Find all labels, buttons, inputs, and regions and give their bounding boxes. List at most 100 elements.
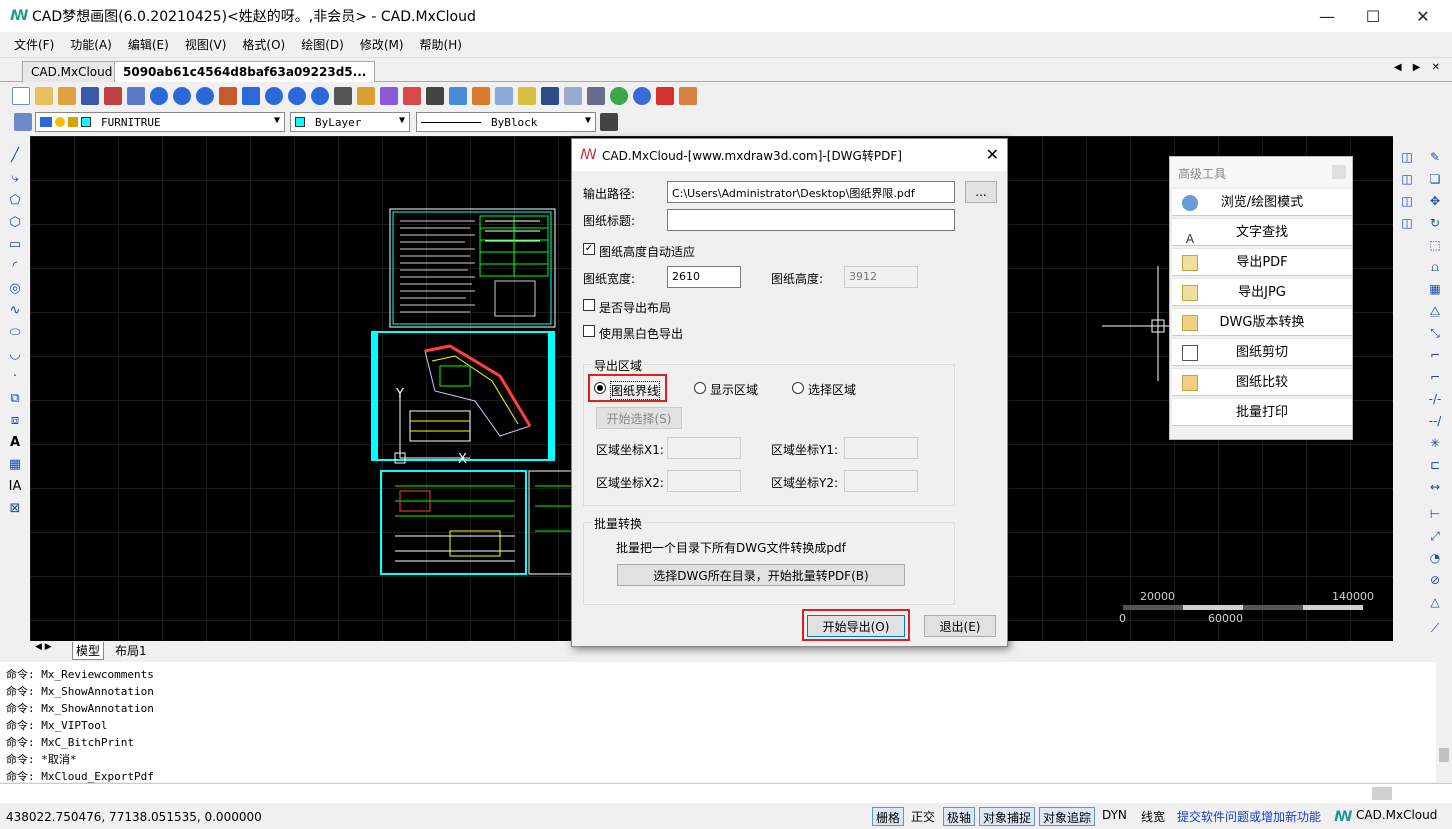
y1-input[interactable] <box>844 437 918 459</box>
pdf-icon[interactable] <box>656 87 674 105</box>
break-icon[interactable]: ⊏ <box>1427 457 1443 473</box>
tab-current-drawing[interactable]: 5090ab61c4564d8baf63a09223d5... <box>114 61 376 82</box>
menu-file[interactable]: 文件(F) <box>6 36 62 53</box>
menu-format[interactable]: 格式(O) <box>234 36 293 53</box>
polygon-icon[interactable]: ⬠ <box>7 193 23 209</box>
join-icon[interactable]: ↔ <box>1427 479 1443 495</box>
insert-icon[interactable] <box>495 87 513 105</box>
circle-icon[interactable]: ◎ <box>7 281 23 297</box>
x2-input[interactable] <box>667 470 741 492</box>
zoom-out-icon[interactable] <box>311 87 329 105</box>
hatch-icon[interactable]: ⊠ <box>7 501 23 517</box>
exit-button[interactable]: 退出(E) <box>924 615 996 637</box>
command-scrollbar[interactable] <box>1436 662 1452 782</box>
y2-input[interactable] <box>844 470 918 492</box>
pan-icon[interactable] <box>334 87 352 105</box>
tab-layout1[interactable]: 布局1 <box>112 642 150 659</box>
rotate-icon[interactable]: ↻ <box>1427 215 1443 231</box>
dim-angle-icon[interactable]: △ <box>1427 594 1443 610</box>
point-icon[interactable]: · <box>7 369 23 385</box>
polygon-2-icon[interactable]: ⬡ <box>7 215 23 231</box>
offset-icon[interactable]: ⩍ <box>1427 259 1443 275</box>
feedback-link[interactable]: 提交软件问题或增加新功能 <box>1174 807 1324 826</box>
menu-function[interactable]: 功能(A) <box>62 36 120 53</box>
dim-linear-icon[interactable]: ⊢ <box>1427 506 1443 522</box>
region-radio-select[interactable] <box>792 382 804 394</box>
auto-height-checkbox[interactable]: ✓ <box>583 243 595 255</box>
properties-icon[interactable] <box>449 87 467 105</box>
chamfer-icon[interactable]: ⌐ <box>1427 369 1443 385</box>
adv-dwg-version-convert[interactable]: DWG版本转换 <box>1172 308 1352 336</box>
print-icon[interactable] <box>127 87 145 105</box>
array-icon[interactable]: ▦ <box>1427 281 1443 297</box>
zoom-in-icon[interactable] <box>196 87 214 105</box>
stack-2-icon[interactable]: ◫ <box>1399 215 1415 231</box>
polar-toggle[interactable]: 极轴 <box>943 807 976 826</box>
adv-drawing-cut[interactable]: 图纸剪切 <box>1172 338 1352 366</box>
lineweight-toggle[interactable]: 线宽 <box>1138 807 1168 826</box>
stack-icon[interactable]: ◫ <box>1399 193 1415 209</box>
zoom-realtime-icon[interactable] <box>173 87 191 105</box>
ellipse-arc-icon[interactable]: ◡ <box>7 347 23 363</box>
bw-export-checkbox[interactable] <box>583 325 595 337</box>
extend-icon[interactable]: --/ <box>1427 413 1443 429</box>
layer-icon[interactable] <box>380 87 398 105</box>
color-icon[interactable] <box>403 87 421 105</box>
linetype-icon[interactable] <box>426 87 444 105</box>
x1-input[interactable] <box>667 437 741 459</box>
linetype-select[interactable]: ByBlock ▼ <box>416 112 596 132</box>
copy-stack-icon[interactable]: ◫ <box>1399 171 1415 187</box>
layer-select[interactable]: FURNITRUE ▼ <box>35 112 285 132</box>
menu-draw[interactable]: 绘图(D) <box>293 36 352 53</box>
output-path-input[interactable]: C:\Users\Administrator\Desktop\图纸界限.pdf <box>667 181 955 203</box>
dyn-toggle[interactable]: DYN <box>1099 807 1130 826</box>
menu-edit[interactable]: 编辑(E) <box>120 36 177 53</box>
erase-icon[interactable]: ✎ <box>1427 149 1443 165</box>
table-icon[interactable]: ▦ <box>7 457 23 473</box>
fillet-icon[interactable]: ⌐ <box>1427 347 1443 363</box>
undo-icon[interactable] <box>541 87 559 105</box>
match-properties-icon[interactable] <box>357 87 375 105</box>
polyline-icon[interactable]: ⤷ <box>7 171 23 187</box>
leader-icon[interactable]: ⟋ <box>1427 620 1443 636</box>
plugin-icon[interactable] <box>587 87 605 105</box>
save-icon[interactable] <box>81 87 99 105</box>
zoom-previous-icon[interactable] <box>242 87 260 105</box>
batch-convert-button[interactable]: 选择DWG所在目录，开始批量转PDF(B) <box>617 564 905 586</box>
zoom-object-icon[interactable] <box>288 87 306 105</box>
sheet-title-input[interactable] <box>667 209 955 231</box>
color-select[interactable]: ByLayer ▼ <box>290 112 410 132</box>
zoom-window-icon[interactable] <box>150 87 168 105</box>
height-input[interactable]: 3912 <box>844 266 918 288</box>
explode-icon[interactable]: ✳ <box>1427 435 1443 451</box>
trim-icon[interactable]: -/- <box>1427 391 1443 407</box>
minimize-button[interactable]: — <box>1302 0 1352 32</box>
open-folder-icon[interactable] <box>35 87 53 105</box>
adv-export-jpg[interactable]: 导出JPG <box>1172 278 1352 306</box>
tab-cad-mxcloud[interactable]: CAD.MxCloud <box>22 61 122 82</box>
panel-pin-icon[interactable] <box>1332 165 1346 179</box>
text-icon[interactable]: A <box>7 435 23 451</box>
dim-radius-icon[interactable]: ◔ <box>1427 550 1443 566</box>
block-icon[interactable] <box>472 87 490 105</box>
tab-model[interactable]: 模型 <box>72 642 105 660</box>
arc-icon[interactable]: ◜ <box>7 259 23 275</box>
open-recent-icon[interactable] <box>58 87 76 105</box>
lineweight-icon[interactable] <box>600 113 618 131</box>
rectangle-icon[interactable]: ▭ <box>7 237 23 253</box>
render-icon[interactable] <box>633 87 651 105</box>
hatch-icon[interactable] <box>518 87 536 105</box>
layers-stack-icon[interactable]: ◫ <box>1399 149 1415 165</box>
mirror-icon[interactable]: ⧋ <box>1427 303 1443 319</box>
menu-modify[interactable]: 修改(M) <box>352 36 412 53</box>
dim-aligned-icon[interactable]: ⤢ <box>1427 528 1443 544</box>
scale-icon[interactable]: ⬚ <box>1427 237 1443 253</box>
line-icon[interactable]: ╱ <box>7 148 23 164</box>
export-layout-checkbox[interactable] <box>583 299 595 311</box>
new-file-icon[interactable] <box>12 87 30 105</box>
mtext-icon[interactable]: IA <box>7 479 23 495</box>
adv-text-search[interactable]: A 文字查找 <box>1172 218 1352 246</box>
grid-toggle[interactable]: 栅格 <box>872 807 905 826</box>
command-input[interactable] <box>0 783 1452 803</box>
region-radio-display[interactable] <box>694 382 706 394</box>
